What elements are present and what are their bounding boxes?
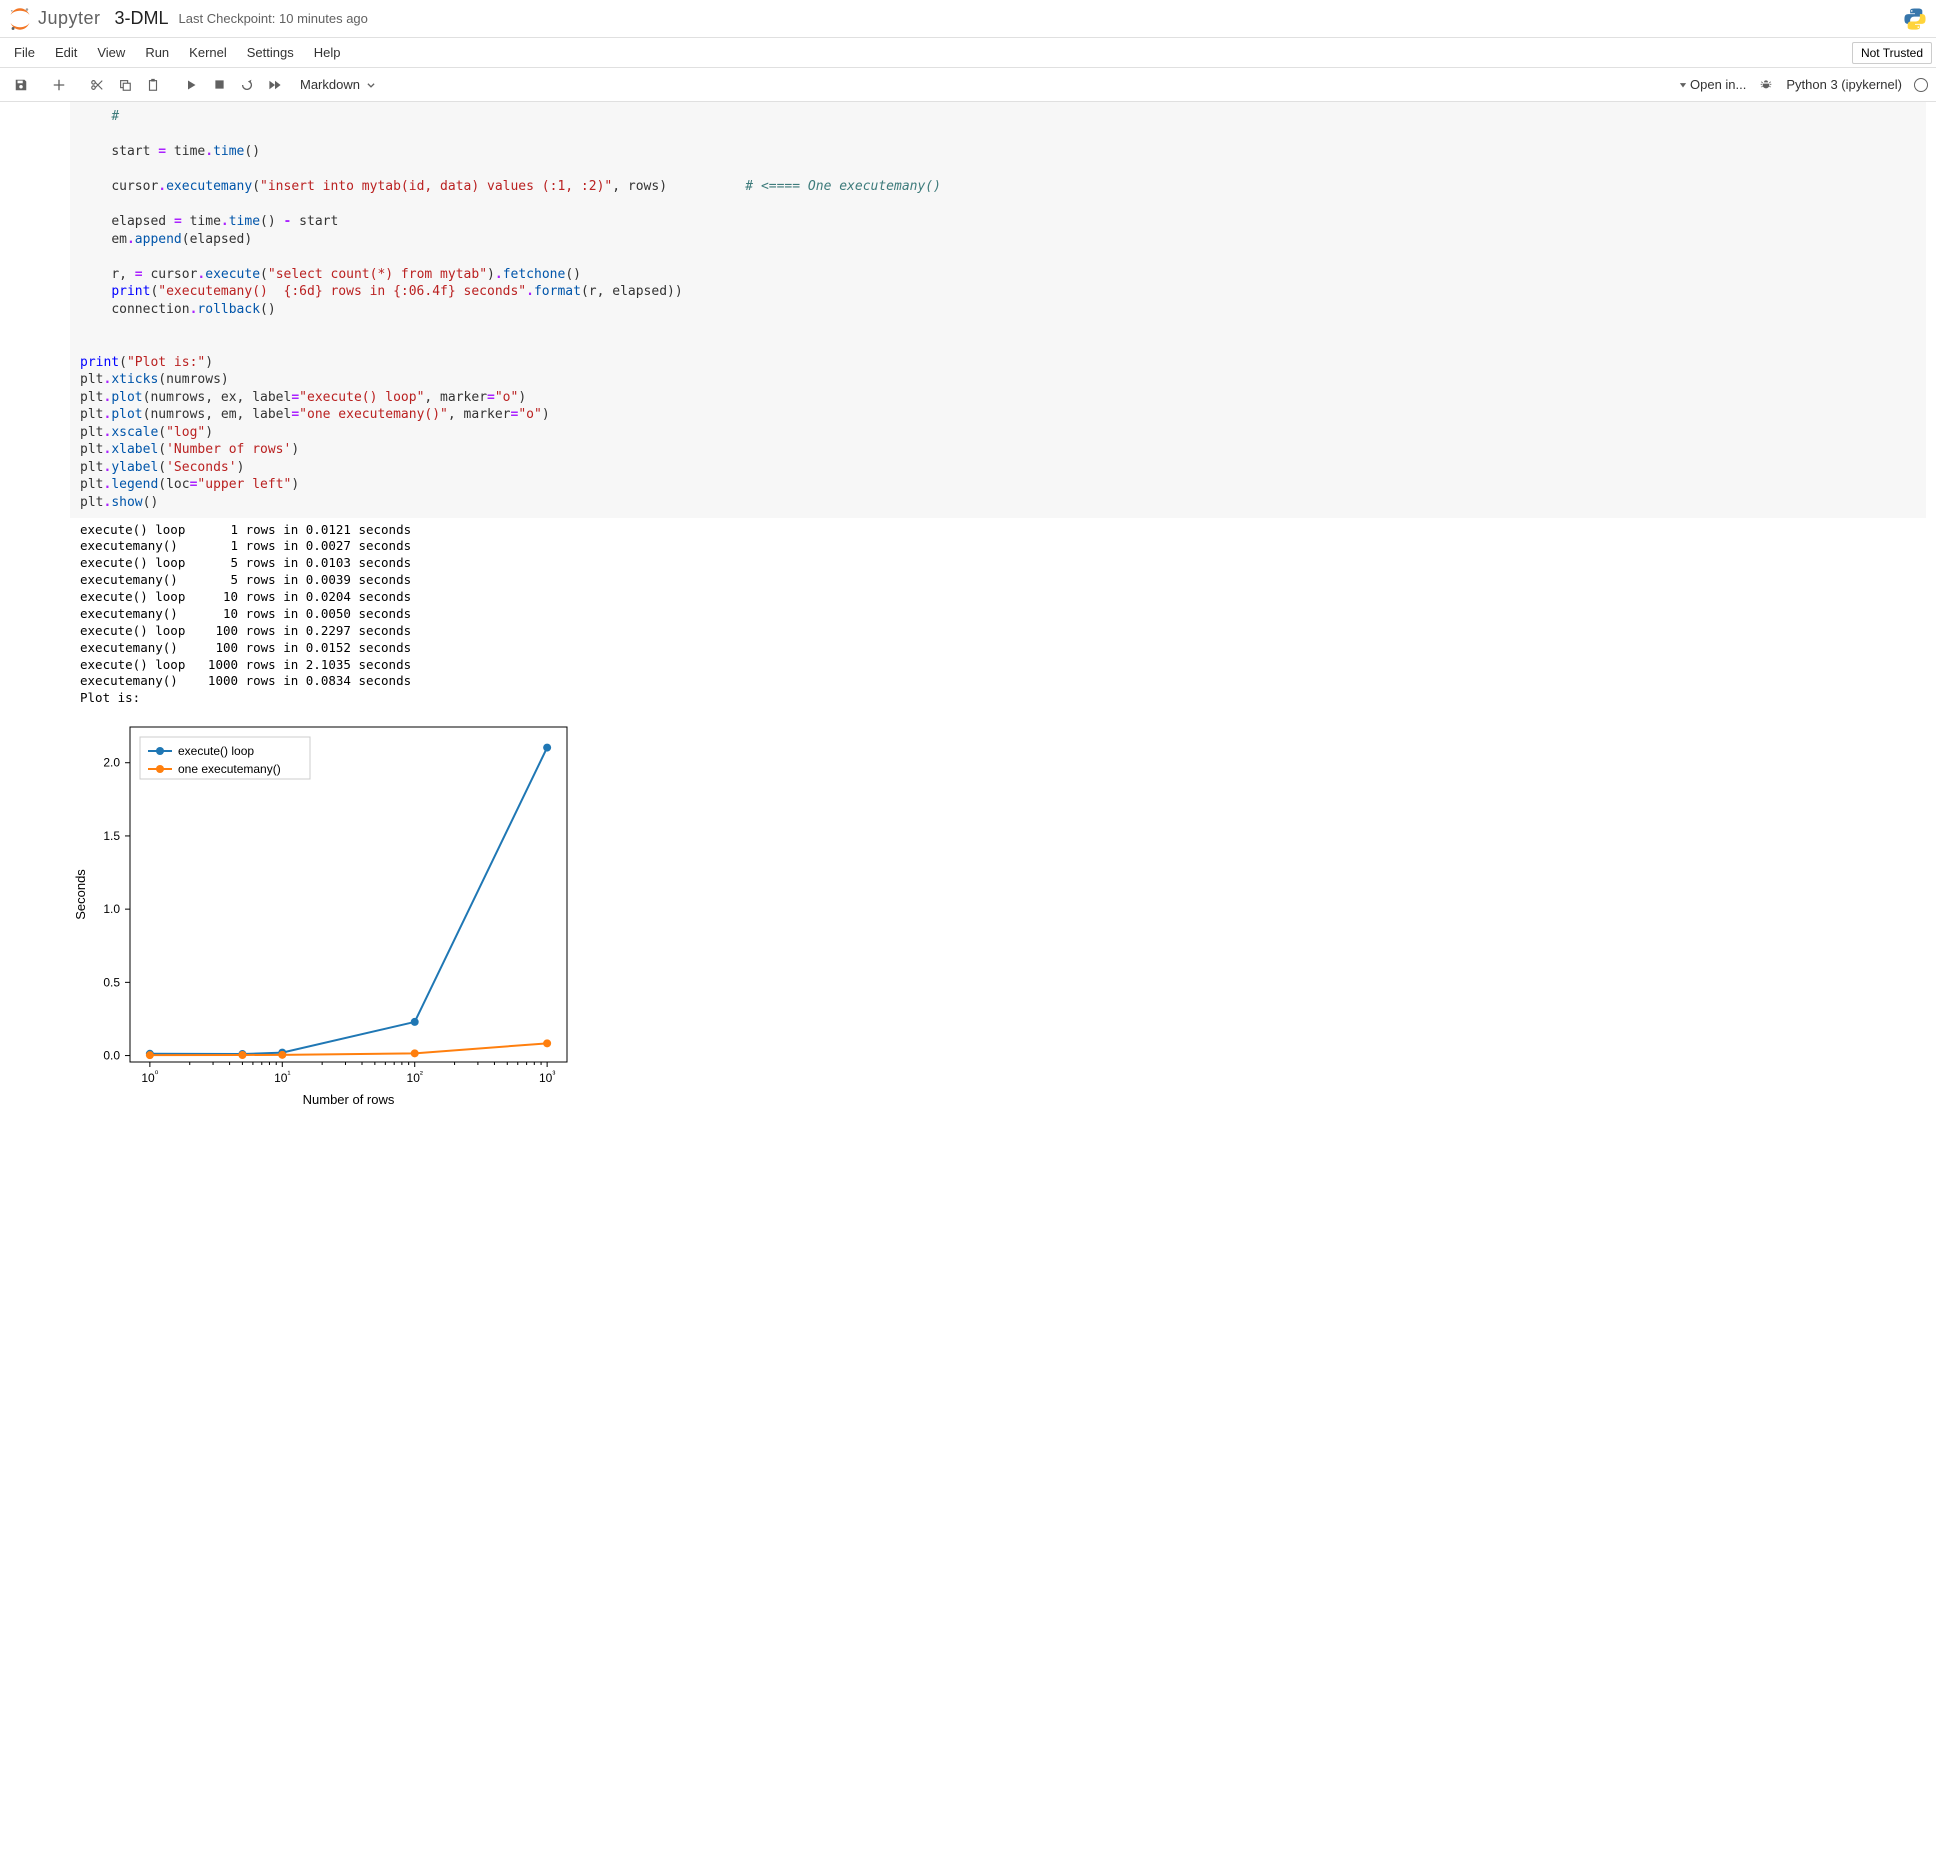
cell-type-select[interactable]: Markdown (300, 77, 376, 92)
python-icon (1902, 6, 1928, 32)
menubar: FileEditViewRunKernelSettingsHelp Not Tr… (0, 38, 1936, 68)
menu-view[interactable]: View (87, 41, 135, 64)
bug-icon[interactable] (1758, 77, 1774, 93)
svg-text:1.0: 1.0 (103, 902, 120, 916)
play-icon (185, 79, 197, 91)
scissors-icon (90, 78, 104, 92)
menu-edit[interactable]: Edit (45, 41, 87, 64)
svg-text:0.0: 0.0 (103, 1049, 120, 1063)
menu-settings[interactable]: Settings (237, 41, 304, 64)
copy-button[interactable] (112, 72, 138, 98)
stop-button[interactable] (206, 72, 232, 98)
open-in-label: Open in... (1690, 77, 1746, 92)
run-button[interactable] (178, 72, 204, 98)
copy-icon (118, 78, 132, 92)
menu-file[interactable]: File (4, 41, 45, 64)
chart: 0.0 0.5 1.0 1.5 2.0 10⁰ 10¹ 10² 10³ Number of row… (70, 717, 1936, 1115)
kernel-name[interactable]: Python 3 (ipykernel) (1786, 77, 1902, 92)
svg-text:Seconds: Seconds (73, 869, 88, 920)
jupyter-text: Jupyter (38, 8, 101, 29)
svg-text:execute() loop: execute() loop (178, 744, 254, 758)
kernel-status-icon (1914, 78, 1928, 92)
paste-button[interactable] (140, 72, 166, 98)
svg-text:10³: 10³ (539, 1069, 555, 1085)
menu-kernel[interactable]: Kernel (179, 41, 237, 64)
toolbar: Markdown Open in... Python 3 (ipykernel) (0, 68, 1936, 102)
header: Jupyter 3-DML Last Checkpoint: 10 minute… (0, 0, 1936, 38)
menu-help[interactable]: Help (304, 41, 351, 64)
cell-type-label: Markdown (300, 77, 360, 92)
svg-text:2.0: 2.0 (103, 756, 120, 770)
svg-text:10²: 10² (407, 1069, 423, 1085)
menu-run[interactable]: Run (135, 41, 179, 64)
restart-icon (240, 78, 254, 92)
save-button[interactable] (8, 72, 34, 98)
jupyter-logo[interactable]: Jupyter (8, 7, 101, 31)
plus-icon (52, 78, 66, 92)
checkpoint-text: Last Checkpoint: 10 minutes ago (179, 11, 368, 26)
fast-forward-icon (268, 79, 282, 91)
restart-button[interactable] (234, 72, 260, 98)
add-cell-button[interactable] (46, 72, 72, 98)
svg-text:one executemany(): one executemany() (178, 762, 281, 776)
clipboard-icon (146, 78, 160, 92)
stop-icon (214, 79, 225, 90)
save-icon (14, 78, 28, 92)
trust-button[interactable]: Not Trusted (1852, 42, 1932, 64)
notebook-content: # start = time.time() cursor.executemany… (0, 102, 1936, 1115)
restart-run-all-button[interactable] (262, 72, 288, 98)
svg-text:1.5: 1.5 (103, 829, 120, 843)
notebook-name[interactable]: 3-DML (115, 8, 169, 29)
jupyter-icon (8, 7, 32, 31)
svg-text:0.5: 0.5 (103, 976, 120, 990)
output-text: execute() loop 1 rows in 0.0121 seconds … (70, 518, 1926, 714)
cut-button[interactable] (84, 72, 110, 98)
chevron-down-icon (366, 80, 376, 90)
svg-text:Number of rows: Number of rows (303, 1092, 395, 1107)
caret-down-icon (1678, 80, 1688, 90)
code-cell[interactable]: # start = time.time() cursor.executemany… (70, 102, 1926, 518)
open-in-button[interactable]: Open in... (1678, 77, 1746, 92)
svg-text:10¹: 10¹ (274, 1069, 290, 1085)
svg-text:10⁰: 10⁰ (141, 1069, 158, 1085)
